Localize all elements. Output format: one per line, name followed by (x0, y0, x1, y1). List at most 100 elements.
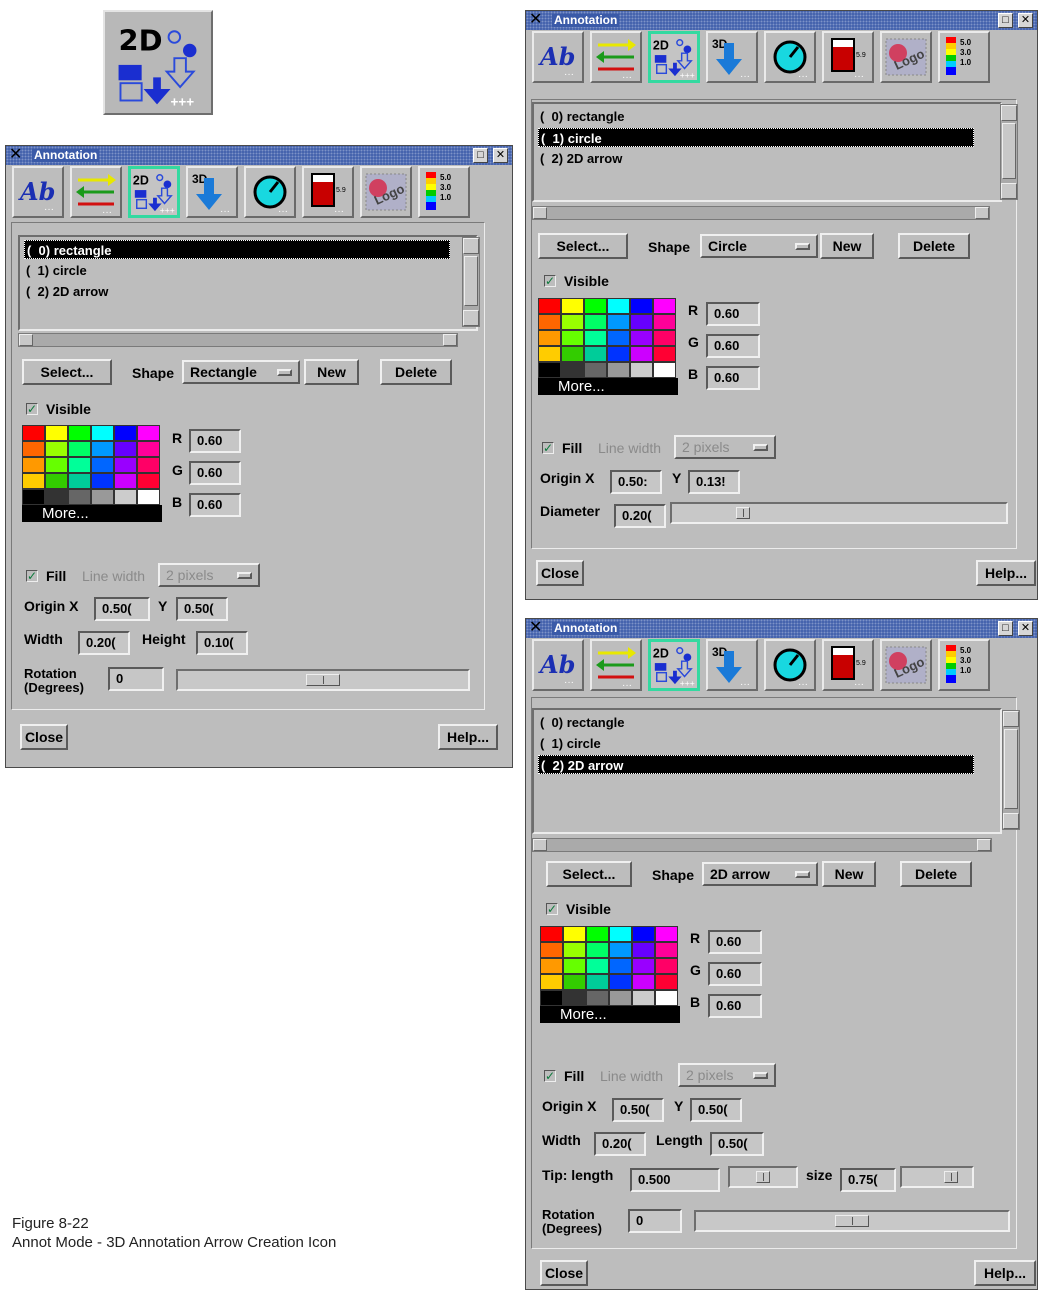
3d-arrow-tool-icon[interactable]: 3D ··· (706, 31, 758, 83)
delete-button[interactable]: Delete (900, 861, 972, 887)
color-swatch[interactable] (538, 298, 561, 314)
annotation-list[interactable]: ( 0) rectangle ( 1) circle ( 2) 2D arrow (532, 102, 1002, 202)
color-swatch[interactable] (609, 990, 632, 1006)
new-button[interactable]: New (304, 359, 359, 385)
color-swatch[interactable] (653, 298, 676, 314)
color-swatch[interactable] (68, 473, 91, 489)
diameter-field[interactable]: 0.20( (614, 504, 666, 528)
diameter-slider[interactable] (670, 502, 1008, 524)
color-swatch[interactable] (655, 990, 678, 1006)
color-swatch[interactable] (632, 958, 655, 974)
color-swatch[interactable] (607, 346, 630, 362)
fill-checkbox[interactable]: ✓ (26, 570, 38, 582)
text-tool-icon[interactable]: Ab ··· (12, 166, 64, 218)
color-swatch[interactable] (22, 441, 45, 457)
shape-dropdown[interactable]: Circle (700, 234, 818, 258)
r-field[interactable]: 0.60 (189, 429, 241, 453)
color-swatch[interactable] (45, 441, 68, 457)
color-palette[interactable]: More... (540, 926, 680, 1023)
rotation-slider[interactable] (694, 1210, 1010, 1232)
r-field[interactable]: 0.60 (708, 930, 762, 954)
titlebar[interactable]: ✕ Annotation □ ✕ (526, 619, 1037, 638)
close-button[interactable]: Close (536, 560, 584, 586)
close-button[interactable]: Close (540, 1260, 588, 1286)
list-item[interactable]: ( 1) circle (24, 261, 450, 280)
b-field[interactable]: 0.60 (706, 366, 760, 390)
list-horizontal-scrollbar[interactable] (532, 838, 992, 852)
help-button[interactable]: Help... (976, 560, 1036, 586)
size-slider[interactable] (900, 1166, 974, 1188)
color-swatch[interactable] (114, 441, 137, 457)
tip-length-slider[interactable] (728, 1166, 798, 1188)
color-swatch[interactable] (632, 942, 655, 958)
color-swatch[interactable] (540, 942, 563, 958)
shape-dropdown[interactable]: Rectangle (182, 360, 300, 384)
color-palette[interactable]: More... (538, 298, 678, 395)
color-swatch[interactable] (655, 942, 678, 958)
color-swatch[interactable] (114, 473, 137, 489)
titlebar[interactable]: ✕ Annotation □ ✕ (526, 11, 1037, 30)
shape-dropdown[interactable]: 2D arrow (702, 862, 818, 886)
color-swatch[interactable] (538, 314, 561, 330)
color-swatch[interactable] (22, 473, 45, 489)
color-bar-tool-icon[interactable]: 5.9 ··· (302, 166, 354, 218)
g-field[interactable]: 0.60 (189, 461, 241, 485)
color-swatch[interactable] (538, 362, 561, 378)
color-swatch[interactable] (561, 314, 584, 330)
color-swatch[interactable] (632, 926, 655, 942)
more-colors-button[interactable]: More... (540, 1006, 680, 1023)
origin-x-field[interactable]: 0.50( (94, 597, 150, 621)
size-field[interactable]: 0.75( (840, 1168, 896, 1192)
color-swatch[interactable] (538, 346, 561, 362)
color-swatch[interactable] (137, 441, 160, 457)
r-field[interactable]: 0.60 (706, 302, 760, 326)
x-window-icon[interactable]: ✕ (529, 11, 542, 29)
color-swatch[interactable] (655, 958, 678, 974)
color-swatch[interactable] (22, 489, 45, 505)
color-swatch[interactable] (561, 298, 584, 314)
color-swatch[interactable] (607, 298, 630, 314)
logo-tool-icon[interactable]: Logo (360, 166, 412, 218)
list-vertical-scrollbar[interactable] (462, 237, 480, 327)
color-swatch[interactable] (538, 330, 561, 346)
line-tool-icon[interactable]: ··· (590, 639, 642, 691)
b-field[interactable]: 0.60 (708, 994, 762, 1018)
tip-length-slider-knob[interactable] (756, 1171, 770, 1183)
delete-button[interactable]: Delete (898, 233, 970, 259)
color-swatch[interactable] (586, 974, 609, 990)
origin-y-field[interactable]: 0.13! (688, 470, 740, 494)
list-item[interactable]: ( 1) circle (538, 128, 974, 147)
legend-tool-icon[interactable]: 5.0 3.0 1.0 (938, 31, 990, 83)
color-swatch[interactable] (561, 330, 584, 346)
line-tool-icon[interactable]: ··· (70, 166, 122, 218)
color-swatch[interactable] (653, 330, 676, 346)
annotation-list[interactable]: ( 0) rectangle ( 1) circle ( 2) 2D arrow (18, 235, 478, 331)
color-swatch[interactable] (609, 926, 632, 942)
rotation-slider-knob[interactable] (835, 1215, 869, 1227)
text-tool-icon[interactable]: Ab ··· (532, 31, 584, 83)
width-field[interactable]: 0.20( (594, 1132, 646, 1156)
color-swatch[interactable] (22, 457, 45, 473)
color-swatch[interactable] (609, 958, 632, 974)
line-width-dropdown[interactable]: 2 pixels (158, 563, 260, 587)
color-bar-tool-icon[interactable]: 5.9 ··· (822, 31, 874, 83)
close-window-button[interactable]: ✕ (1018, 13, 1033, 28)
color-swatch[interactable] (586, 990, 609, 1006)
color-swatch[interactable] (607, 330, 630, 346)
size-slider-knob[interactable] (944, 1171, 958, 1183)
color-swatch[interactable] (68, 441, 91, 457)
color-swatch[interactable] (609, 974, 632, 990)
color-swatch[interactable] (45, 489, 68, 505)
maximize-button[interactable]: □ (473, 148, 488, 163)
visible-checkbox[interactable]: ✓ (26, 403, 38, 415)
dial-tool-icon[interactable]: ··· (764, 31, 816, 83)
more-colors-button[interactable]: More... (22, 505, 162, 522)
origin-y-field[interactable]: 0.50( (176, 597, 228, 621)
color-swatch[interactable] (114, 457, 137, 473)
color-swatch[interactable] (68, 425, 91, 441)
color-swatch[interactable] (45, 425, 68, 441)
origin-x-field[interactable]: 0.50: (610, 470, 662, 494)
list-item[interactable]: ( 0) rectangle (24, 240, 450, 259)
color-swatch[interactable] (137, 425, 160, 441)
rotation-field[interactable]: 0 (628, 1209, 682, 1233)
